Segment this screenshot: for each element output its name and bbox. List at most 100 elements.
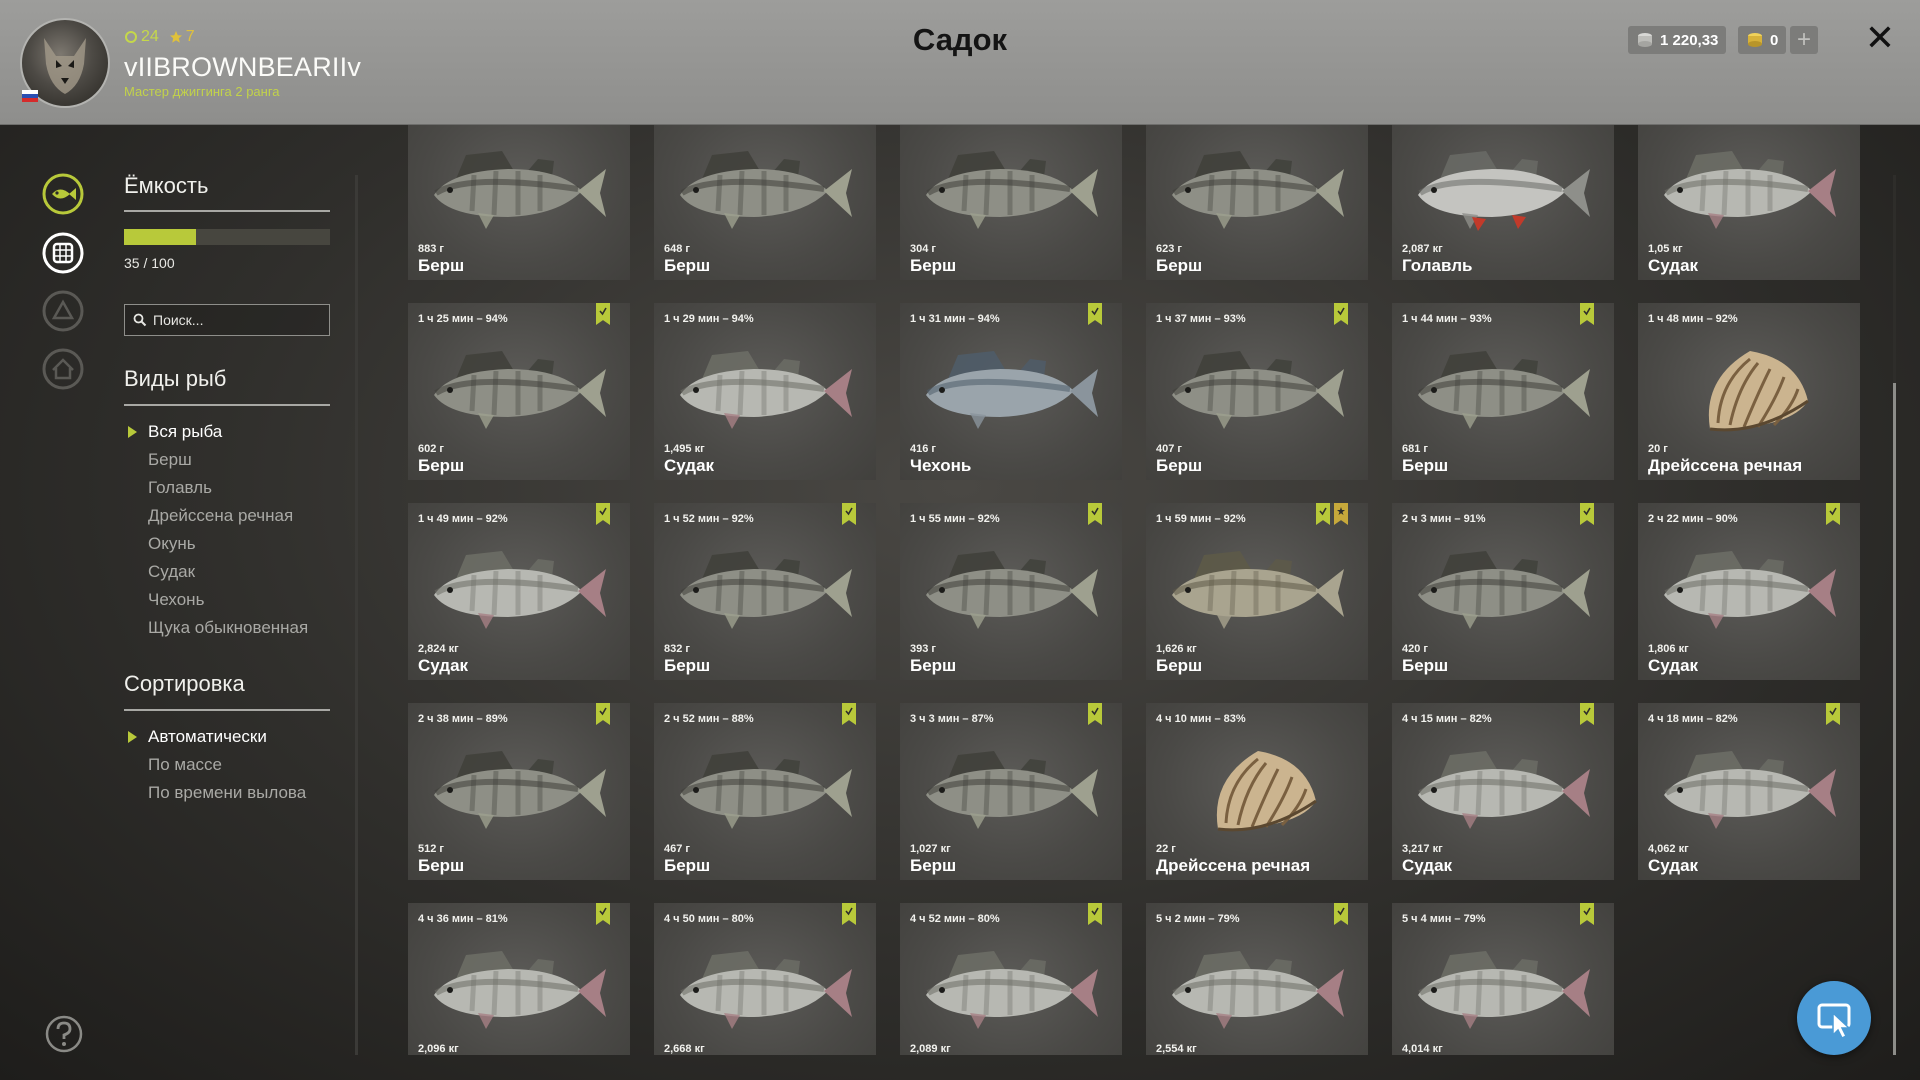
marked-badge-icon[interactable] [1334, 903, 1348, 925]
species-filter-item[interactable]: Берш [124, 446, 308, 474]
catch-card[interactable]: 3 ч 3 мин – 87% 1,027 кг Берш [900, 703, 1122, 880]
catch-time: 4 ч 15 мин – 82% [1402, 713, 1492, 725]
marked-badge-icon[interactable] [1088, 303, 1102, 325]
fish-icon [926, 351, 1098, 429]
marked-badge-icon[interactable] [1088, 903, 1102, 925]
catch-card[interactable]: 4 ч 50 мин – 80%2,668 кгСудак [654, 903, 876, 1055]
divider [124, 709, 330, 711]
catch-name: Судак [1648, 856, 1699, 875]
catch-card[interactable]: 1 ч 25 мин – 94% 602 г Берш [408, 303, 630, 480]
catch-weight: 1,626 кг [1156, 643, 1197, 655]
marked-badge-icon[interactable] [1580, 703, 1594, 725]
catch-card[interactable]: 1,05 кг Судак [1638, 125, 1860, 280]
marked-badge-icon[interactable] [596, 903, 610, 925]
divider [124, 404, 330, 406]
home-tab[interactable] [42, 348, 84, 390]
catch-card[interactable]: 883 г Берш [408, 125, 630, 280]
species-filter-item[interactable]: Щука обыкновенная [124, 614, 308, 642]
sort-option[interactable]: Автоматически [124, 723, 306, 751]
marked-badge-icon[interactable] [842, 903, 856, 925]
catch-card[interactable]: 2 ч 52 мин – 88% 467 г Берш [654, 703, 876, 880]
silver-balance[interactable]: 1 220,33 [1628, 26, 1727, 54]
catch-time: 4 ч 10 мин – 83% [1156, 713, 1246, 725]
catch-card[interactable]: 1 ч 31 мин – 94% 416 г Чехонь [900, 303, 1122, 480]
marked-badge-icon[interactable] [596, 703, 610, 725]
player-username: vIIBROWNBEARIIv [124, 52, 362, 82]
catch-card[interactable]: 5 ч 2 мин – 79%2,554 кгСудак [1146, 903, 1368, 1055]
catch-card[interactable]: 1 ч 59 мин – 92% 1,626 кг Берш [1146, 503, 1368, 680]
gold-balance[interactable]: 0 [1738, 26, 1787, 54]
catch-card[interactable]: 4 ч 36 мин – 81%2,096 кгСудак [408, 903, 630, 1055]
keepnet-tab[interactable] [42, 232, 84, 274]
species-filter-item[interactable]: Вся рыба [124, 418, 308, 446]
catch-card[interactable]: 4 ч 18 мин – 82% 4,062 кг Судак [1638, 703, 1860, 880]
catch-name: Берш [418, 856, 465, 875]
marked-badge-icon[interactable] [1316, 503, 1330, 525]
species-filter-item[interactable]: Голавль [124, 474, 308, 502]
tackle-tab[interactable] [42, 290, 84, 332]
rank-value: 7 [185, 28, 195, 45]
species-filter-item[interactable]: Окунь [124, 530, 308, 558]
catch-card[interactable]: 1 ч 49 мин – 92% 2,824 кг Судак [408, 503, 630, 680]
buy-currency-button[interactable]: + [1790, 26, 1818, 54]
marked-badge-icon[interactable] [1826, 503, 1840, 525]
sort-option[interactable]: По времени вылова [124, 779, 306, 807]
silver-amount: 1 220,33 [1660, 31, 1719, 49]
catch-card[interactable]: 2 ч 22 мин – 90% 1,806 кг Судак [1638, 503, 1860, 680]
close-button[interactable]: ✕ [1862, 20, 1898, 56]
catch-time: 1 ч 31 мин – 94% [910, 313, 1000, 325]
catch-card[interactable]: 648 г Берш [654, 125, 876, 280]
marked-badge-icon[interactable] [1334, 303, 1348, 325]
catch-card[interactable]: 1 ч 29 мин – 94% 1,495 кг Судак [654, 303, 876, 480]
catch-card[interactable]: 304 г Берш [900, 125, 1122, 280]
marked-badge-icon[interactable] [842, 703, 856, 725]
catch-card[interactable]: 1 ч 44 мин – 93% 681 г Берш [1392, 303, 1614, 480]
fish-icon [680, 551, 852, 629]
fish-icon [1664, 151, 1836, 229]
catch-name: Дрейссена речная [1648, 456, 1803, 475]
marked-badge-icon[interactable] [842, 503, 856, 525]
catch-card[interactable]: 4 ч 52 мин – 80%2,089 кгСудак [900, 903, 1122, 1055]
fish-icon [1172, 351, 1344, 429]
catch-card[interactable]: 4 ч 15 мин – 82% 3,217 кг Судак [1392, 703, 1614, 880]
search-input[interactable]: Поиск... [124, 304, 330, 336]
species-filter-item[interactable]: Судак [124, 558, 308, 586]
cursor-mode-button[interactable] [1797, 981, 1871, 1055]
sort-title: Сортировка [124, 671, 245, 696]
fish-tab[interactable] [42, 173, 84, 215]
sort-option[interactable]: По массе [124, 751, 306, 779]
marked-badge-icon[interactable] [1088, 703, 1102, 725]
catch-weight: 467 г [664, 843, 690, 855]
species-filter-item[interactable]: Чехонь [124, 586, 308, 614]
marked-badge-icon[interactable] [1580, 903, 1594, 925]
species-filter-item[interactable]: Дрейссена речная [124, 502, 308, 530]
marked-badge-icon[interactable] [1088, 503, 1102, 525]
marked-badge-icon[interactable] [596, 503, 610, 525]
catch-name: Судак [1648, 656, 1699, 675]
catch-card[interactable]: 1 ч 48 мин – 92% 20 г Дрейссена речная [1638, 303, 1860, 480]
catch-card[interactable]: 5 ч 4 мин – 79%4,014 кгСудак [1392, 903, 1614, 1055]
catch-card[interactable]: 1 ч 55 мин – 92% 393 г Берш [900, 503, 1122, 680]
marked-badge-icon[interactable] [596, 303, 610, 325]
catch-time: 1 ч 44 мин – 93% [1402, 313, 1492, 325]
catch-weight: 393 г [910, 643, 936, 655]
scrollbar[interactable] [1893, 175, 1896, 1055]
marked-badge-icon[interactable] [1580, 503, 1594, 525]
catch-name: Берш [910, 656, 957, 675]
catch-card[interactable]: 2 ч 38 мин – 89% 512 г Берш [408, 703, 630, 880]
fish-icon [926, 751, 1098, 829]
catch-card[interactable]: 2 ч 3 мин – 91% 420 г Берш [1392, 503, 1614, 680]
species-filter-list: Вся рыба Берш Голавль Дрейссена речная О… [124, 418, 308, 642]
scrollbar-thumb[interactable] [1893, 383, 1896, 1055]
catch-card[interactable]: 1 ч 37 мин – 93% 407 г Берш [1146, 303, 1368, 480]
catch-card[interactable]: 4 ч 10 мин – 83% 22 г Дрейссена речная [1146, 703, 1368, 880]
trophy-badge-icon[interactable] [1334, 503, 1348, 525]
fish-icon [680, 751, 852, 829]
marked-badge-icon[interactable] [1580, 303, 1594, 325]
gold-icon [1748, 33, 1762, 47]
catch-card[interactable]: 623 г Берш [1146, 125, 1368, 280]
catch-card[interactable]: 1 ч 52 мин – 92% 832 г Берш [654, 503, 876, 680]
catch-card[interactable]: 2,087 кг Голавль [1392, 125, 1614, 280]
marked-badge-icon[interactable] [1826, 703, 1840, 725]
help-button[interactable] [44, 1014, 84, 1054]
